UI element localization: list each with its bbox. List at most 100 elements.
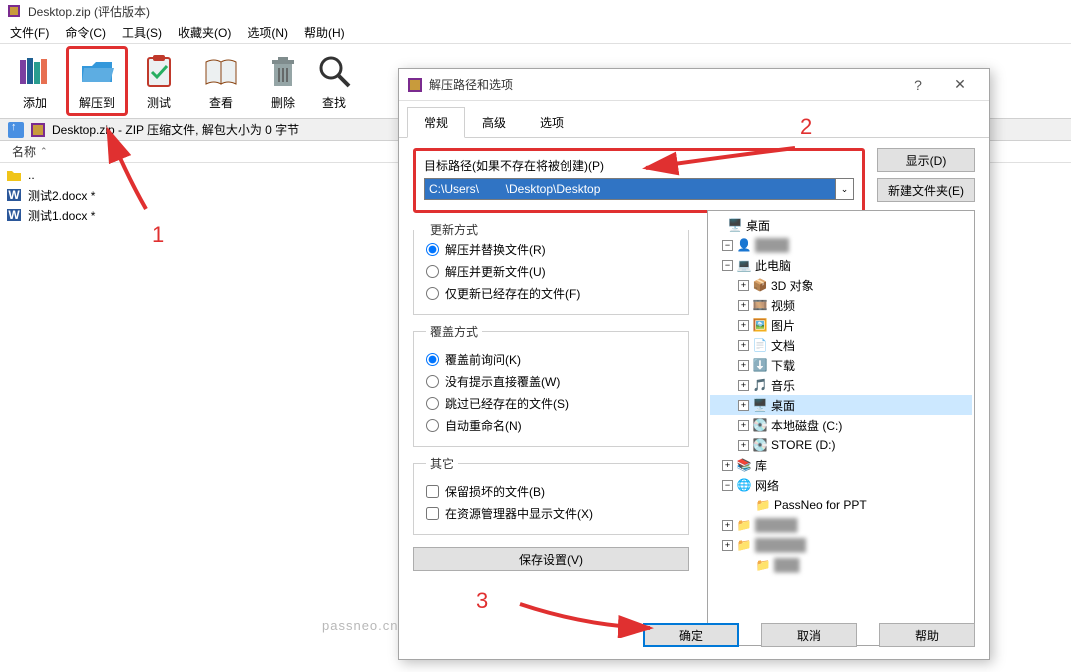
radio-ask-before-overwrite[interactable]: 覆盖前询问(K) (426, 348, 676, 370)
svg-text:W: W (8, 188, 20, 202)
dialog-footer: 确定 取消 帮助 (643, 623, 975, 647)
svg-text:W: W (8, 208, 20, 222)
folder-icon: 📁 (736, 517, 752, 533)
cube-icon: 📦 (752, 277, 768, 293)
tab-options[interactable]: 选项 (523, 107, 581, 138)
tree-node-blur2[interactable]: +📁██████ (710, 535, 972, 555)
tree-node-music[interactable]: +🎵音乐 (710, 375, 972, 395)
tree-node-documents[interactable]: +📄文档 (710, 335, 972, 355)
pc-icon: 💻 (736, 257, 752, 273)
ok-button[interactable]: 确定 (643, 623, 739, 647)
radio-extract-replace[interactable]: 解压并替换文件(R) (426, 238, 676, 260)
menu-command[interactable]: 命令(C) (59, 22, 112, 43)
music-icon: 🎵 (752, 377, 768, 393)
tree-node-blur3[interactable]: 📁███ (710, 555, 972, 575)
tree-node-videos[interactable]: +🎞️视频 (710, 295, 972, 315)
expand-icon[interactable]: + (738, 280, 749, 291)
save-settings-button[interactable]: 保存设置(V) (413, 547, 689, 571)
menu-options[interactable]: 选项(N) (241, 22, 294, 43)
clipboard-icon (140, 52, 178, 90)
tree-node-thispc[interactable]: −💻此电脑 (710, 255, 972, 275)
tab-advanced[interactable]: 高级 (465, 107, 523, 138)
tool-view[interactable]: 查看 (190, 46, 252, 116)
expand-icon[interactable]: + (738, 440, 749, 451)
tree-node-localdisk[interactable]: +💽本地磁盘 (C:) (710, 415, 972, 435)
expand-icon[interactable]: + (738, 400, 749, 411)
dialog-title: 解压路径和选项 (429, 76, 897, 93)
word-icon: W (6, 187, 22, 203)
word-icon: W (6, 207, 22, 223)
expand-icon[interactable]: + (722, 520, 733, 531)
library-icon: 📚 (736, 457, 752, 473)
expand-icon[interactable]: + (722, 540, 733, 551)
collapse-icon[interactable]: − (722, 240, 733, 251)
tool-test[interactable]: 测试 (128, 46, 190, 116)
tool-extract-to[interactable]: 解压到 (66, 46, 128, 116)
radio-overwrite-no-prompt[interactable]: 没有提示直接覆盖(W) (426, 370, 676, 392)
annotation-number-1: 1 (152, 222, 164, 248)
radio-only-existing[interactable]: 仅更新已经存在的文件(F) (426, 282, 676, 304)
radio-skip-existing[interactable]: 跳过已经存在的文件(S) (426, 392, 676, 414)
tree-node-blur1[interactable]: +📁█████ (710, 515, 972, 535)
expand-icon[interactable]: + (722, 460, 733, 471)
dialog-help-button[interactable]: ? (897, 71, 939, 99)
desktop-icon: 🖥️ (727, 217, 743, 233)
expand-icon[interactable]: + (738, 380, 749, 391)
destination-path-input[interactable] (424, 178, 836, 200)
network-icon: 🌐 (736, 477, 752, 493)
folder-icon: 📁 (736, 537, 752, 553)
check-show-in-explorer[interactable]: 在资源管理器中显示文件(X) (426, 502, 676, 524)
tree-node-desktop2[interactable]: +🖥️桌面 (710, 395, 972, 415)
tree-node-user[interactable]: −👤████ (710, 235, 972, 255)
tree-node-passneo[interactable]: 📁PassNeo for PPT (710, 495, 972, 515)
extract-dialog: 解压路径和选项 ? ✕ 常规 高级 选项 显示(D) 新建文件夹(E) 目标路径… (398, 68, 990, 660)
collapse-icon[interactable]: − (722, 480, 733, 491)
collapse-icon[interactable]: − (722, 260, 733, 271)
tool-find[interactable]: 查找 (314, 46, 354, 116)
dialog-close-button[interactable]: ✕ (939, 71, 981, 99)
search-icon (315, 52, 353, 90)
new-folder-button[interactable]: 新建文件夹(E) (877, 178, 975, 202)
expand-icon[interactable]: + (738, 420, 749, 431)
update-mode-fieldset: 更新方式 解压并替换文件(R) 解压并更新文件(U) 仅更新已经存在的文件(F) (413, 221, 689, 315)
path-dropdown-arrow[interactable]: ⌄ (836, 178, 854, 200)
tab-general[interactable]: 常规 (407, 107, 465, 138)
menu-help[interactable]: 帮助(H) (298, 22, 351, 43)
menu-favorites[interactable]: 收藏夹(O) (172, 22, 237, 43)
show-button[interactable]: 显示(D) (877, 148, 975, 172)
archive-info-text: Desktop.zip - ZIP 压缩文件, 解包大小为 0 字节 (52, 121, 299, 138)
winrar-icon (407, 77, 423, 93)
tree-node-network[interactable]: −🌐网络 (710, 475, 972, 495)
download-icon: ⬇️ (752, 357, 768, 373)
menu-tools[interactable]: 工具(S) (116, 22, 168, 43)
menu-file[interactable]: 文件(F) (4, 22, 55, 43)
radio-auto-rename[interactable]: 自动重命名(N) (426, 414, 676, 436)
sort-caret-icon: ⌃ (40, 146, 48, 157)
image-icon: 🖼️ (752, 317, 768, 333)
tree-node-libraries[interactable]: +📚库 (710, 455, 972, 475)
folder-icon: 📁 (755, 497, 771, 513)
cancel-button[interactable]: 取消 (761, 623, 857, 647)
tree-node-desktop[interactable]: 🖥️桌面 (710, 215, 972, 235)
annotation-number-3: 3 (476, 588, 488, 614)
expand-icon[interactable]: + (738, 320, 749, 331)
tool-add[interactable]: 添加 (4, 46, 66, 116)
folder-tree[interactable]: 🖥️桌面 −👤████ −💻此电脑 +📦3D 对象 +🎞️视频 +🖼️图片 +📄… (707, 210, 975, 646)
expand-icon[interactable]: + (738, 360, 749, 371)
misc-fieldset: 其它 保留损坏的文件(B) 在资源管理器中显示文件(X) (413, 455, 689, 535)
expand-icon[interactable]: + (738, 300, 749, 311)
tool-delete[interactable]: 删除 (252, 46, 314, 116)
tree-node-store[interactable]: +💽STORE (D:) (710, 435, 972, 455)
expand-icon[interactable]: + (738, 340, 749, 351)
col-name[interactable]: 名称 ⌃ (4, 143, 56, 160)
tree-node-downloads[interactable]: +⬇️下载 (710, 355, 972, 375)
help-button[interactable]: 帮助 (879, 623, 975, 647)
winrar-icon (6, 3, 22, 19)
tree-node-pictures[interactable]: +🖼️图片 (710, 315, 972, 335)
radio-extract-update[interactable]: 解压并更新文件(U) (426, 260, 676, 282)
video-icon: 🎞️ (752, 297, 768, 313)
up-button[interactable] (8, 122, 24, 138)
check-keep-broken[interactable]: 保留损坏的文件(B) (426, 480, 676, 502)
disk-icon: 💽 (752, 437, 768, 453)
tree-node-3dobjects[interactable]: +📦3D 对象 (710, 275, 972, 295)
